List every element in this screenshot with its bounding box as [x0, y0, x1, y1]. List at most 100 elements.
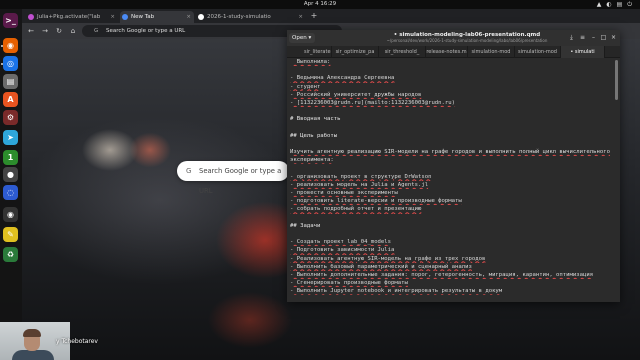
running-indicator: [1, 63, 3, 65]
close-icon[interactable]: ×: [298, 11, 303, 23]
line-text: - Подготовить зависимости Julia: [290, 247, 395, 254]
line-text: - подготовить literate-версии и производ…: [290, 198, 462, 205]
zoom-icon[interactable]: ◌: [3, 185, 18, 200]
new-tab-search-box[interactable]: G Search Google or type a URL: [177, 161, 289, 195]
editor-scrollbar[interactable]: [615, 60, 618, 100]
webcam-person-body: [12, 350, 54, 360]
julia-favicon-icon: [28, 14, 34, 20]
line-text: Изучить агентную реализацию SIR-модели н…: [290, 149, 610, 156]
forward-icon[interactable]: →: [40, 26, 50, 36]
editor-tab[interactable]: sir_literate.jl: [304, 46, 332, 58]
tab-new-tab[interactable]: New Tab ×: [120, 11, 194, 23]
files-icon[interactable]: ▤: [3, 74, 18, 89]
clock[interactable]: Apr 4 16:29: [0, 0, 640, 9]
text-line: эксперимента:: [290, 156, 620, 164]
editor-tab[interactable]: sir_threshold_: [379, 46, 426, 58]
recorder-icon[interactable]: ◉: [3, 207, 18, 222]
reload-icon[interactable]: ↻: [54, 26, 64, 36]
editor-header-bar: Open ▾ • simulation-modeling-lab06-prese…: [287, 30, 620, 46]
text-line: - студент: [290, 83, 620, 91]
address-bar-placeholder: Search Google or type a URL: [106, 28, 186, 34]
text-line: - собрать подробный отчет и презентацию: [290, 205, 620, 213]
markdown-heading: ## Цель работы: [290, 132, 620, 140]
text-line: [290, 107, 620, 115]
text-line: [290, 230, 620, 238]
top-bar: Apr 4 16:29 ▲ ◐ ▤ ⏻: [0, 0, 640, 9]
back-icon[interactable]: ←: [26, 26, 36, 36]
tab-strip: Julia+Pkg.activate("lab × New Tab × 2026…: [22, 9, 640, 23]
tab-label: 2026-1-study-simulatio: [207, 14, 271, 20]
line-text: - Создать проект lab_04_models: [290, 239, 392, 246]
text-line: [290, 164, 620, 172]
volume-icon[interactable]: ◐: [606, 0, 611, 9]
close-icon[interactable]: ×: [110, 11, 115, 23]
text-line: [290, 214, 620, 222]
obs-icon[interactable]: ●: [3, 167, 18, 182]
text-line: Изучить агентную реализацию SIR-модели н…: [290, 148, 620, 156]
system-tray[interactable]: ▲ ◐ ▤ ⏻: [597, 0, 632, 9]
text-line: - Подготовить зависимости Julia: [290, 246, 620, 254]
line-text: - Ведьмина Александра Сергеевна: [290, 75, 395, 82]
app-center-icon[interactable]: A: [3, 92, 18, 107]
tab-label: New Tab: [131, 14, 155, 20]
editor-tab[interactable]: • simulati: [561, 46, 605, 58]
network-icon[interactable]: ▲: [597, 0, 602, 9]
telegram-icon[interactable]: ➤: [3, 130, 18, 145]
dock: >_ ◉ ◎ ▤ A ⚙ ➤ 1 ● ◌ ◉ ✎ ♻: [0, 9, 22, 360]
line-text: - Выполнить дополнительные задания: поро…: [290, 271, 594, 278]
editor-tab-bar: sir_literate.jl sir_optimize_pa sir_thresh…: [287, 46, 620, 58]
text-line: - подготовить literate-версии и производ…: [290, 197, 620, 205]
chrome-icon[interactable]: ◎: [3, 56, 18, 71]
tab-label: Julia+Pkg.activate("lab: [37, 14, 101, 20]
editor-tab[interactable]: simulation-mod: [515, 46, 561, 58]
markdown-heading: # Вводная часть: [290, 115, 620, 123]
google-icon: G: [186, 167, 192, 175]
line-text: - Выполнить базовый параметрический и сц…: [290, 263, 472, 270]
close-icon[interactable]: ×: [609, 33, 618, 42]
editor-tab[interactable]: sir_optimize_pa: [332, 46, 379, 58]
trash-icon[interactable]: ♻: [3, 247, 18, 262]
home-icon[interactable]: ⌂: [68, 26, 78, 36]
text-line: Выполнила:: [290, 58, 620, 66]
close-icon[interactable]: ×: [186, 11, 191, 23]
search-placeholder: Search Google or type a URL: [199, 167, 282, 195]
new-tab-button[interactable]: +: [309, 11, 319, 21]
chrome-favicon-icon: [122, 14, 128, 20]
tab-github[interactable]: 2026-1-study-simulatio ×: [196, 11, 306, 23]
line-text: - провести основные эксперименты: [290, 190, 398, 196]
webcam-person-hair: [23, 329, 41, 337]
markdown-heading: ## Задачи: [290, 222, 620, 230]
text-line: - Реализовать агентную SIR-модель на гра…: [290, 255, 620, 263]
line-text: - Сгенерировать производные форматы: [290, 280, 408, 287]
open-button[interactable]: Open ▾: [289, 33, 315, 43]
text-line: - Выполнить Jupyter notebook и интегриро…: [290, 287, 620, 295]
editor-tab[interactable]: simulation-mod: [468, 46, 515, 58]
text-line: - Создать проект lab_04_models: [290, 238, 620, 246]
editor-file-path: ~/personal/dev/work/2026-1-study-simulat…: [386, 38, 548, 43]
line-text: - Российский университет дружбы народов: [290, 91, 422, 98]
firefox-icon[interactable]: ◉: [3, 38, 18, 53]
editor-text-area[interactable]: Выполнила: - Ведьмина Александра Сергеевн…: [287, 58, 620, 302]
tab-julia[interactable]: Julia+Pkg.activate("lab ×: [26, 11, 118, 23]
save-icon[interactable]: ⤓: [567, 33, 576, 42]
line-text: ## Задачи: [290, 222, 321, 229]
line-text: - Реализовать агентную SIR-модель на гра…: [290, 255, 486, 262]
battery-icon[interactable]: ▤: [617, 0, 623, 9]
notes-icon[interactable]: ✎: [3, 227, 18, 242]
editor-tab[interactable]: release-notes.m: [426, 46, 468, 58]
counter-app-icon[interactable]: 1: [3, 150, 18, 165]
running-indicator: [1, 45, 3, 47]
maximize-icon[interactable]: □: [599, 33, 608, 42]
line-text: ## Цель работы: [290, 132, 338, 139]
settings-icon[interactable]: ⚙: [3, 110, 18, 125]
text-line: [290, 124, 620, 132]
terminal-icon[interactable]: >_: [3, 13, 18, 28]
line-text: - реализовать модель на Julia и Agents.j…: [290, 181, 429, 188]
text-line: - реализовать модель на Julia и Agents.j…: [290, 181, 620, 189]
github-favicon-icon: [198, 14, 204, 20]
line-text: - [1132236003@rudn.ru](mailto:1132236003…: [290, 99, 456, 106]
minimize-icon[interactable]: –: [589, 33, 598, 42]
power-icon[interactable]: ⏻: [627, 0, 632, 9]
line-text: Выполнила:: [290, 59, 331, 65]
menu-icon[interactable]: ≡: [578, 33, 587, 42]
